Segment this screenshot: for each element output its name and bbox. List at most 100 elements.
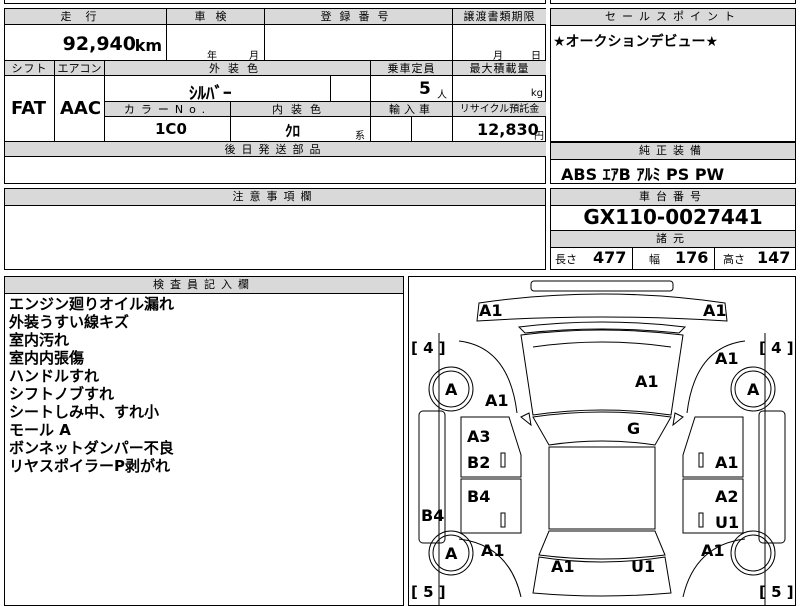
color-no-label: カラーNo. [105, 102, 231, 117]
vehicle-info-table: 走行 車検 登録番号 譲渡書類期限 92,940 km 年 月 月 日 シフト … [4, 8, 546, 184]
inspector-line: ハンドルすれ [9, 367, 100, 385]
notes-label: 注意事項欄 [5, 189, 545, 206]
damage-mark: A1 [701, 541, 725, 560]
inspector-line: シフトノブすれ [9, 385, 115, 403]
spec-label: 諸元 [551, 230, 795, 248]
damage-mark: A1 [635, 372, 659, 391]
inspector-line: リヤスポイラーP剥がれ [9, 457, 170, 475]
interior-color-suffix: 系 [355, 131, 365, 142]
tire-front-left: [ 4 ] [411, 339, 446, 357]
inspector-label: 検査員記入欄 [5, 277, 403, 294]
notes-box: 注意事項欄 [4, 188, 546, 270]
inspection-year-unit: 年 [207, 51, 217, 62]
damage-mark: A1 [481, 541, 505, 560]
shift-value: FAT [11, 98, 47, 119]
later-parts-label: 後日発送部品 [5, 142, 546, 157]
wheel-mark-front-right: A [747, 380, 760, 399]
equipment-label: 純正装備 [551, 143, 795, 160]
height-cell: 高さ 147 [715, 247, 795, 269]
inspector-line: エンジン廻りオイル漏れ [9, 295, 175, 313]
width-value: 176 [675, 248, 709, 267]
tire-rear-left-value: 5 [423, 583, 434, 601]
damage-mark: A1 [551, 557, 575, 576]
inspection-cell: 年 月 [167, 25, 265, 62]
chassis-value: GX110-0027441 [583, 205, 763, 229]
transfer-month-unit: 月 [493, 51, 503, 62]
transfer-deadline-label: 譲渡書類期限 [453, 9, 546, 25]
inspector-line: 室内汚れ [9, 331, 70, 349]
chassis-box: 車台番号 GX110-0027441 諸元 長さ 477 幅 176 高さ 14… [550, 188, 796, 270]
tire-front-right-value: 4 [771, 339, 782, 357]
tire-front-left-value: 4 [423, 339, 434, 357]
inspector-line: シートしみ中、すれ小 [9, 403, 160, 421]
width-label: 幅 [649, 253, 660, 266]
length-value: 477 [593, 248, 627, 267]
damage-mark: A1 [485, 391, 509, 410]
interior-color-value: ｸﾛ [285, 122, 301, 140]
height-value: 147 [757, 248, 791, 267]
damage-mark: A2 [715, 487, 739, 506]
interior-color-label: 内装色 [231, 102, 371, 117]
damage-mark: A1 [715, 349, 739, 368]
capacity-label: 乗車定員 [371, 61, 453, 76]
tire-rear-left: [ 5 ] [411, 583, 446, 601]
inspector-lines: エンジン廻りオイル漏れ 外装うすい線キズ 室内汚れ 室内内張傷 ハンドルすれ シ… [9, 295, 174, 475]
max-load-cell: kg [453, 76, 546, 102]
damage-mark: A1 [715, 453, 739, 472]
mileage-value: 92,940 [62, 33, 136, 55]
damage-mark: B2 [467, 453, 491, 472]
inspector-line: ボンネットダンパー不良 [9, 439, 174, 457]
height-label: 高さ [723, 253, 745, 266]
color-no-value: 1C0 [155, 120, 187, 138]
mileage-cell: 92,940 km [5, 25, 167, 61]
wheel-mark-rear-left: A [445, 544, 458, 563]
damage-mark: A1 [479, 301, 503, 320]
damage-mark: U1 [715, 513, 740, 532]
exterior-color-value: ｼﾙﾊﾞｰ [189, 84, 232, 104]
sales-point-label: セールスポイント [551, 9, 795, 26]
registration-label: 登録番号 [265, 9, 453, 25]
registration-cell [265, 25, 453, 61]
tire-front-right: [ 4 ] [759, 339, 794, 357]
transfer-day-unit: 日 [531, 51, 541, 62]
interior-color-cell: ｸﾛ 系 [231, 117, 371, 142]
damage-mark: A1 [703, 301, 727, 320]
width-cell: 幅 176 [633, 247, 715, 269]
import-cell-2 [412, 117, 453, 142]
chassis-label: 車台番号 [551, 189, 795, 206]
recycle-unit: 円 [534, 131, 544, 142]
transfer-deadline-cell: 月 日 [453, 25, 546, 62]
recycle-value: 12,830 [477, 120, 539, 139]
exterior-color-cell: ｼﾙﾊﾞｰ [105, 76, 331, 104]
mileage-unit: km [134, 36, 162, 55]
equipment-box: 純正装備 ABS ｴｱB ｱﾙﾐ PS PW [550, 142, 796, 184]
tire-rear-right: [ 5 ] [759, 583, 794, 601]
inspector-line: 外装うすい線キズ [9, 313, 130, 331]
inspection-label: 車検 [167, 9, 265, 25]
top-partial-right [550, 0, 796, 4]
shift-cell: FAT [5, 76, 55, 142]
capacity-value: 5 [419, 79, 431, 99]
spec-row: 長さ 477 幅 176 高さ 147 [551, 247, 795, 269]
recycle-label: リサイクル預託金 [453, 102, 546, 117]
damage-mark: G [627, 419, 641, 438]
wheel-mark-front-left: A [445, 380, 458, 399]
inspector-box: 検査員記入欄 エンジン廻りオイル漏れ 外装うすい線キズ 室内汚れ 室内内張傷 ハ… [4, 276, 404, 606]
color-no-cell: 1C0 [105, 117, 231, 142]
mileage-label: 走行 [5, 9, 167, 25]
capacity-unit: 人 [437, 90, 447, 101]
max-load-label: 最大積載量 [453, 61, 546, 76]
exterior-color-label: 外装色 [105, 61, 371, 76]
length-label: 長さ [555, 253, 577, 266]
import-cell-1 [371, 117, 412, 142]
top-partial-row [4, 0, 546, 4]
inspector-line: 室内内張傷 [9, 349, 85, 367]
shift-label: シフト [5, 61, 55, 76]
sales-point-box: セールスポイント ★オークションデビュー★ [550, 8, 796, 142]
aircon-label: エアコン [55, 61, 105, 76]
inspector-line: モール A [9, 421, 71, 439]
recycle-cell: 12,830 円 [453, 117, 546, 142]
damage-mark: B4 [421, 506, 445, 525]
aircon-value: AAC [60, 98, 102, 119]
later-parts-cell [5, 157, 546, 183]
